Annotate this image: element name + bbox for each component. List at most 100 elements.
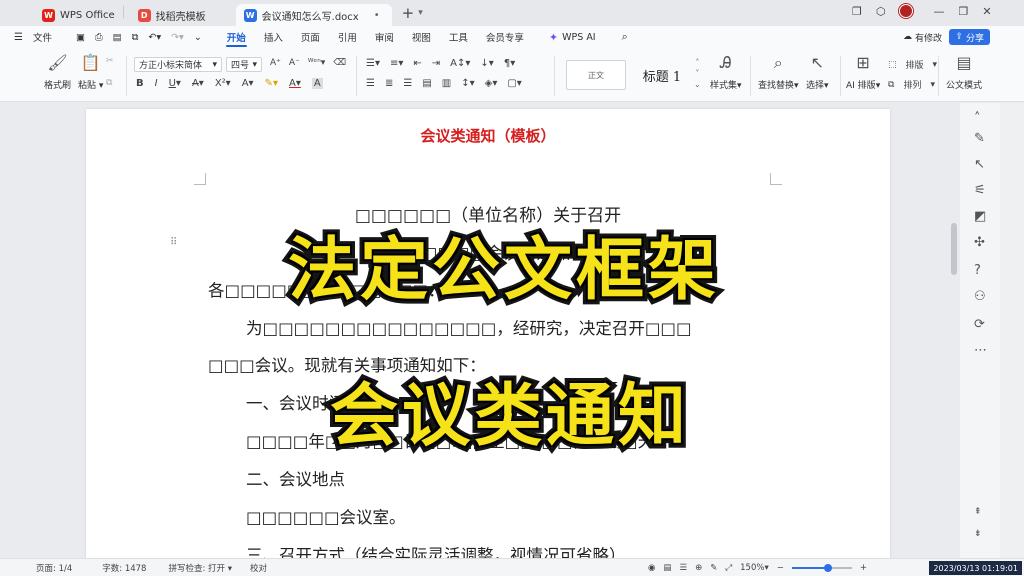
fit-icon[interactable]: ⤢ [725, 563, 732, 573]
zoom-slider[interactable] [791, 564, 852, 572]
tab-review[interactable]: 审阅 [366, 26, 403, 48]
justify-icon[interactable]: ▤ [422, 78, 431, 89]
tools-icon[interactable]: ✣ [974, 235, 985, 250]
share-network-icon[interactable]: ⚇ [974, 289, 986, 304]
scrollbar-track[interactable] [1000, 103, 1024, 558]
decrease-indent-icon[interactable]: ⇤ [413, 58, 421, 69]
ai-layout-button[interactable]: ⊞ AI 排版▾ [846, 52, 880, 91]
align-center-icon[interactable]: ≣ [385, 78, 393, 89]
show-marks-icon[interactable]: ¶▾ [504, 58, 515, 69]
font-color-icon[interactable]: A▾ [289, 78, 301, 89]
zoom-out-icon[interactable]: − [777, 563, 784, 573]
char-shading-icon[interactable]: A [311, 78, 323, 89]
eye-icon[interactable]: ◉ [648, 563, 655, 573]
close-window-icon[interactable]: ✕ [982, 5, 991, 18]
proofread[interactable]: 校对 [250, 562, 267, 574]
style-heading1[interactable]: 标题 1 [630, 60, 694, 90]
maximize-icon[interactable]: ❐ [958, 5, 968, 18]
arrange-button[interactable]: ⧉ 排列 ▾ [888, 78, 935, 92]
font-name-select[interactable]: 方正小标宋简体 ▾ [134, 57, 222, 72]
expand-icon[interactable]: ⌄ [694, 80, 701, 89]
save-icon[interactable]: ▣ [76, 32, 85, 43]
web-icon[interactable]: ⊕ [695, 563, 702, 573]
sort-icon[interactable]: ↓▾ [480, 58, 493, 69]
tab-wps-office[interactable]: W WPS Office [34, 4, 123, 26]
shading-icon[interactable]: ◈▾ [485, 78, 498, 89]
copy-icon[interactable]: ⧉ [106, 78, 112, 88]
chevron-up-icon[interactable]: ˄ [695, 58, 699, 67]
phonetic-icon[interactable]: ᵂᵉⁿ▾ [308, 58, 325, 68]
clear-format-icon[interactable]: ⌫ [333, 58, 346, 68]
shape-icon[interactable]: ◩ [974, 209, 986, 224]
select-button[interactable]: ↖ 选择▾ [806, 52, 829, 91]
menu-icon[interactable]: ☰ [14, 32, 23, 43]
list-icon[interactable]: ☰ [679, 563, 687, 573]
search-icon[interactable]: ⌕ [622, 30, 628, 44]
tab-page[interactable]: 页面 [292, 26, 329, 48]
help-icon[interactable]: ? [974, 263, 981, 278]
cut-icon[interactable]: ✂ [106, 56, 114, 66]
style-set-button[interactable]: Ꭿ 样式集▾ [710, 52, 742, 91]
zoom-in-icon[interactable]: + [860, 563, 867, 573]
bold-button[interactable]: B [136, 78, 144, 89]
text-effect-icon[interactable]: A▾ [242, 78, 254, 89]
spell-check[interactable]: 拼写检查: 打开 ▾ [168, 562, 232, 574]
zoom-slider-knob[interactable] [823, 564, 832, 572]
file-menu[interactable]: 文件 [33, 30, 52, 44]
tab-document[interactable]: W 会议通知怎么写.docx • [235, 4, 392, 26]
highlight-icon[interactable]: ✎▾ [265, 78, 278, 89]
strikethrough-button[interactable]: A▾ [192, 78, 204, 89]
font-size-select[interactable]: 四号 ▾ [226, 57, 262, 72]
underline-button[interactable]: U▾ [169, 78, 181, 89]
align-left-icon[interactable]: ☰ [366, 78, 375, 89]
superscript-button[interactable]: X²▾ [215, 78, 231, 89]
italic-button[interactable]: I [155, 78, 158, 89]
format-painter-button[interactable]: 🖌 格式刷 [44, 52, 71, 91]
word-count[interactable]: 字数: 1478 [102, 562, 146, 574]
page-down-icon[interactable]: ⇟ [974, 529, 982, 539]
drag-handle-icon[interactable]: ⠿ [170, 237, 177, 248]
refresh-icon[interactable]: ⟳ [974, 317, 985, 332]
print-icon[interactable]: ▤ [113, 32, 122, 43]
increase-indent-icon[interactable]: ⇥ [432, 58, 440, 69]
export-icon[interactable]: ⧉ [132, 32, 139, 43]
bullet-list-icon[interactable]: ☰▾ [366, 58, 380, 69]
tab-tools[interactable]: 工具 [440, 26, 477, 48]
cube-icon[interactable]: ⬡ [876, 5, 886, 18]
align-right-icon[interactable]: ☰ [403, 78, 412, 89]
cursor-icon[interactable]: ↖ [974, 157, 985, 172]
zoom-value[interactable]: 150%▾ [740, 563, 769, 573]
sliders-icon[interactable]: ⚟ [974, 183, 986, 198]
style-normal[interactable]: 正文 [566, 60, 626, 90]
pen-mode-icon[interactable]: ✎ [710, 563, 717, 573]
more-chevron-icon[interactable]: ⌄ [194, 32, 202, 43]
print-preview-icon[interactable]: ⎙ [95, 32, 103, 43]
pen-icon[interactable]: ✎ [974, 131, 985, 146]
font-grow-icon[interactable]: A⁺ [270, 58, 281, 68]
tab-insert[interactable]: 插入 [255, 26, 292, 48]
page-up-icon[interactable]: ⇞ [974, 507, 982, 517]
minimize-icon[interactable]: — [933, 5, 944, 18]
page-view-icon[interactable]: ▤ [663, 563, 671, 573]
border-icon[interactable]: ▢▾ [507, 78, 521, 89]
add-tab-icon[interactable]: + [402, 4, 415, 22]
tab-home[interactable]: 开始 [218, 26, 255, 48]
find-replace-button[interactable]: ⌕ 查找替换▾ [758, 52, 799, 91]
document-workspace[interactable]: 会议类通知（模板） □□□□□□（单位名称）关于召开 □□□□□会议的通知 各□… [0, 103, 960, 558]
tab-view[interactable]: 视图 [403, 26, 440, 48]
redo-icon[interactable]: ↷▾ [171, 32, 184, 43]
page-count[interactable]: 页面: 1/4 [36, 562, 72, 574]
doc-mode-button[interactable]: ▤ 公文模式 [946, 52, 982, 91]
tab-reference[interactable]: 引用 [329, 26, 366, 48]
chevron-up-icon[interactable]: ˄ [974, 111, 981, 126]
paste-button[interactable]: 📋 粘贴 ▾ [78, 52, 103, 91]
distribute-icon[interactable]: ▥ [442, 78, 451, 89]
line-spacing-icon[interactable]: ↕▾ [461, 78, 474, 89]
chevron-down-icon[interactable]: ˅ [695, 69, 699, 78]
document-page[interactable]: 会议类通知（模板） □□□□□□（单位名称）关于召开 □□□□□会议的通知 各□… [86, 109, 890, 558]
more-icon[interactable]: ⋯ [974, 343, 987, 358]
tab-member[interactable]: 会员专享 [477, 26, 533, 48]
text-direction-icon[interactable]: A↕▾ [450, 58, 470, 69]
close-icon[interactable]: • [374, 10, 380, 21]
font-shrink-icon[interactable]: A⁻ [289, 58, 300, 68]
